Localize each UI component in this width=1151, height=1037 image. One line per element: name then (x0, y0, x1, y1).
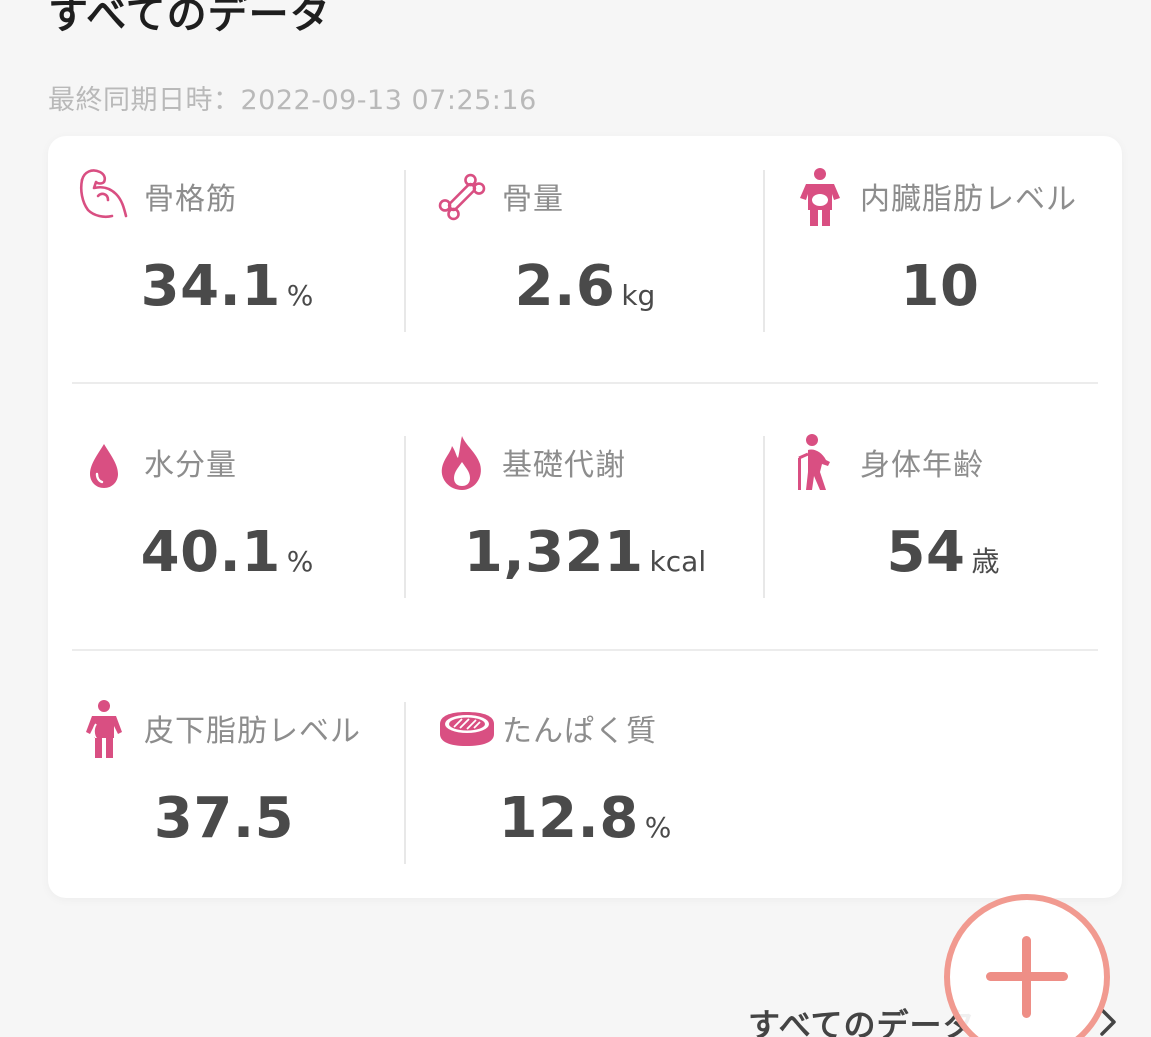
metric-body-water[interactable]: 水分量 40.1% (48, 402, 406, 648)
all-data-screen: すべてのデータ 最終同期日時：2022-09-13 07:25:16 骨格筋 3… (0, 0, 1151, 1037)
metric-label: 骨量 (502, 182, 564, 217)
metric-value-group: 40.1% (48, 520, 406, 585)
metric-label: たんぱく質 (502, 714, 657, 749)
metric-value: 12.8 (498, 786, 639, 851)
metric-visceral-fat[interactable]: 内臓脂肪レベル 10 (764, 136, 1122, 382)
bone-icon (438, 173, 486, 221)
metric-label: 内臓脂肪レベル (860, 182, 1077, 217)
visceral-fat-icon (800, 168, 840, 226)
metric-label: 身体年齢 (860, 448, 984, 483)
metric-value: 40.1 (140, 520, 281, 585)
metric-subcutaneous-fat[interactable]: 皮下脂肪レベル 37.5 (48, 668, 406, 914)
metric-value-group: 2.6 kg (406, 254, 764, 319)
row-divider (72, 649, 1098, 651)
metric-value: 54 (886, 520, 966, 585)
metric-body-age[interactable]: 身体年齢 54 歳 (764, 402, 1122, 648)
metric-value-group: 1,321 kcal (406, 520, 764, 585)
metric-unit: kg (621, 279, 656, 312)
metric-label: 水分量 (144, 448, 237, 483)
all-data-link[interactable]: すべてのデータ (748, 1000, 975, 1037)
metric-value-group: 34.1% (48, 254, 406, 319)
metric-value: 2.6 (514, 254, 616, 319)
row-divider (72, 382, 1098, 384)
metric-skeletal-muscle[interactable]: 骨格筋 34.1% (48, 136, 406, 382)
metric-value-group: 12.8% (406, 786, 764, 851)
muscle-icon (79, 169, 128, 219)
water-drop-icon (90, 444, 118, 488)
last-sync-time: 最終同期日時：2022-09-13 07:25:16 (48, 85, 537, 116)
metric-value-group: 10 (764, 254, 1122, 319)
metric-value: 37.5 (153, 786, 295, 851)
metric-value: 10 (900, 254, 980, 319)
body-fat-person-icon (86, 700, 122, 758)
metric-label: 基礎代謝 (502, 448, 626, 483)
metric-value: 34.1 (140, 254, 281, 319)
plus-icon (1022, 936, 1031, 1018)
metric-unit: % (644, 811, 672, 844)
metric-unit: kcal (649, 545, 707, 578)
metrics-row: 骨格筋 34.1% 骨量 2.6 kg 内臓脂肪レベル 10 (48, 136, 1122, 402)
metrics-row: 水分量 40.1% 基礎代謝 1,321 kcal 身体年齢 54 歳 (48, 402, 1122, 668)
metric-value-group: 37.5 (48, 786, 406, 851)
metric-label: 骨格筋 (144, 182, 237, 217)
metrics-card: 骨格筋 34.1% 骨量 2.6 kg 内臓脂肪レベル 10 水分量 40.1 … (48, 136, 1122, 898)
elderly-person-icon (798, 434, 830, 490)
metric-unit: % (286, 545, 314, 578)
metric-unit: 歳 (971, 545, 1000, 578)
metric-basal-metabolism[interactable]: 基礎代謝 1,321 kcal (406, 402, 764, 648)
page-title: すべてのデータ (48, 0, 331, 38)
metric-value-group: 54 歳 (764, 520, 1122, 585)
metric-bone-mass[interactable]: 骨量 2.6 kg (406, 136, 764, 382)
flame-icon (441, 436, 481, 490)
metrics-row: 皮下脂肪レベル 37.5 たんぱく質 12.8% (48, 668, 1122, 934)
metric-value: 1,321 (463, 520, 644, 585)
steak-icon (440, 712, 494, 746)
metric-protein[interactable]: たんぱく質 12.8% (406, 668, 764, 914)
metric-unit: % (286, 279, 314, 312)
metric-label: 皮下脂肪レベル (144, 714, 361, 749)
